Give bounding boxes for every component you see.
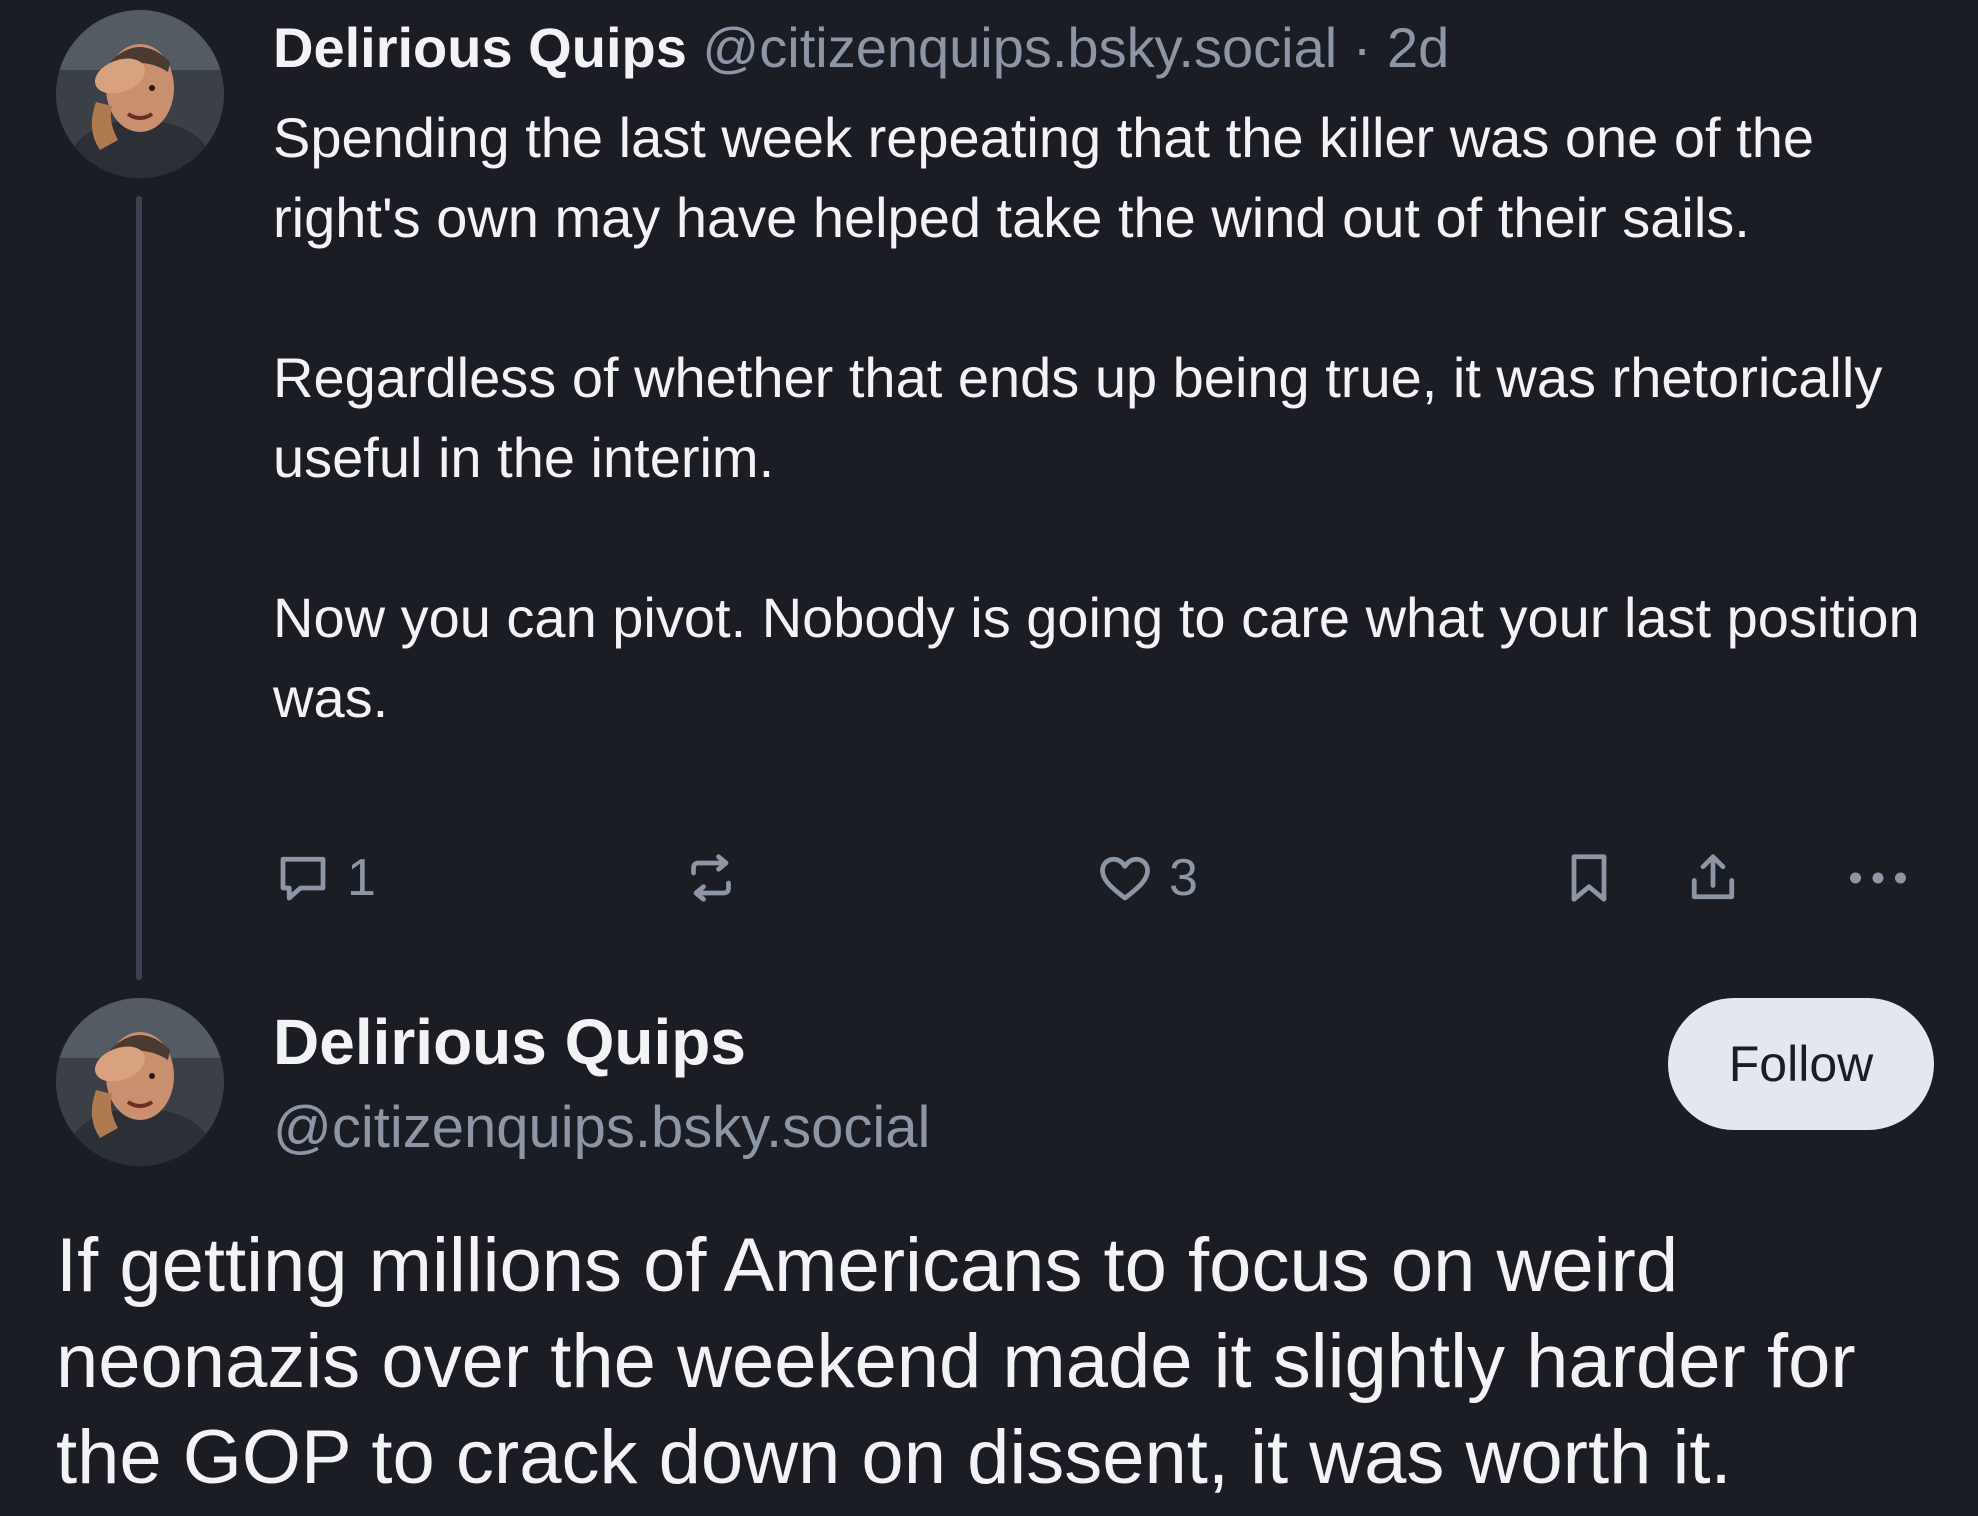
post-paragraph: Regardless of whether that ends up being… [273,346,1883,489]
share-button[interactable] [1683,846,1743,910]
ellipsis-icon [1850,872,1906,884]
author-name[interactable]: Delirious Quips [273,1004,746,1080]
bookmark-icon [1571,854,1607,902]
heart-icon [1100,856,1150,901]
share-icon [1691,854,1735,900]
follow-button[interactable]: Follow [1668,998,1934,1130]
repost-icon [691,854,731,902]
author-avatar[interactable] [56,10,224,178]
post-actions-bar: 1 3 [273,846,1923,910]
reply-post-body: Spending the last week repeating that th… [273,98,1923,738]
repost-button[interactable] [681,846,741,910]
person-facepalm-avatar-icon [56,10,224,178]
reply-post-header: Delirious Quips @citizenquips.bsky.socia… [273,12,1449,84]
bookmark-button[interactable] [1559,846,1619,910]
post-paragraph: Now you can pivot. Nobody is going to ca… [273,586,1920,729]
author-name[interactable]: Delirious Quips [273,16,687,79]
author-avatar[interactable] [56,998,224,1166]
person-facepalm-avatar-icon [56,998,224,1166]
author-handle[interactable]: @citizenquips.bsky.social [702,16,1337,79]
thread-line [136,196,142,980]
speech-bubble-icon [280,856,326,901]
reply-count: 1 [347,849,376,907]
author-handle[interactable]: @citizenquips.bsky.social [273,1092,930,1164]
post-paragraph: Spending the last week repeating that th… [273,106,1814,249]
like-count: 3 [1169,849,1198,907]
post-timestamp[interactable]: 2d [1387,16,1449,79]
reply-button[interactable]: 1 [273,846,376,910]
more-options-button[interactable] [1843,846,1913,910]
like-button[interactable]: 3 [1095,846,1198,910]
main-post-text: If getting millions of Americans to focu… [56,1223,1856,1500]
separator-dot: · [1352,16,1372,79]
